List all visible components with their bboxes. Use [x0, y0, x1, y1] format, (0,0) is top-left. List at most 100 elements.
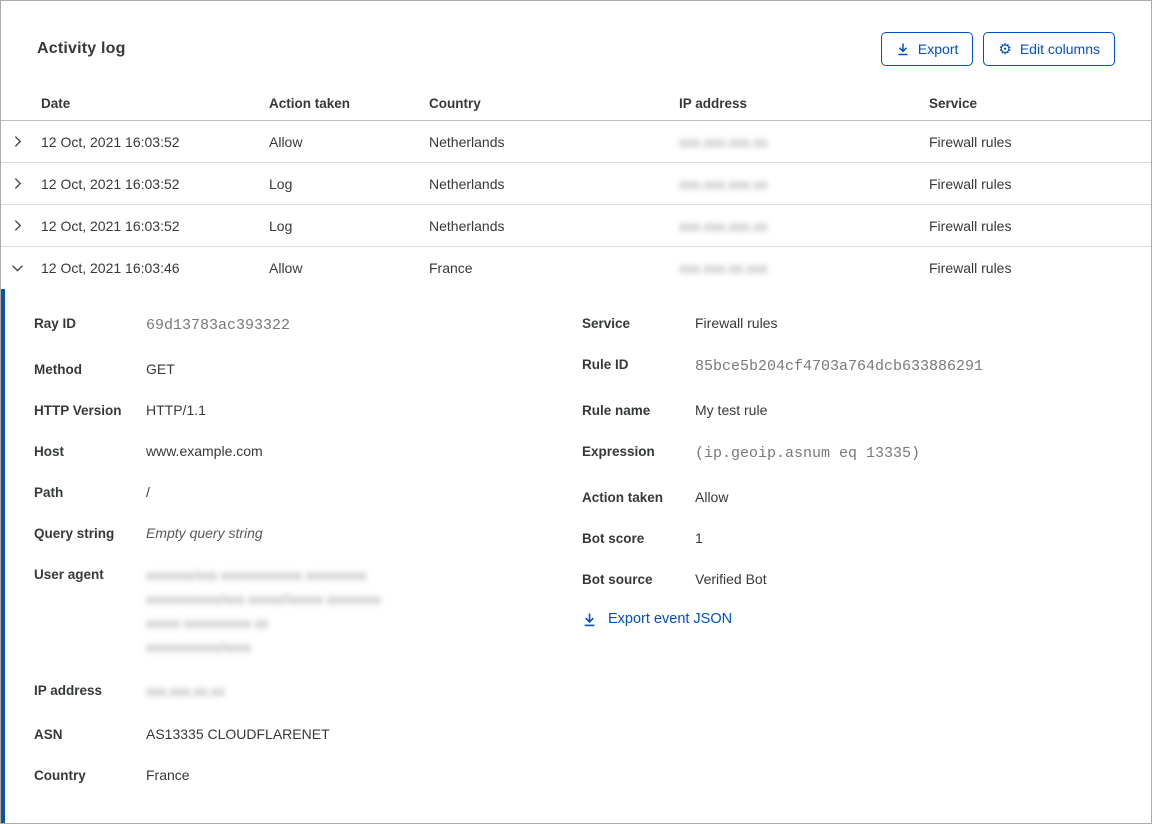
column-header-country: Country	[429, 96, 481, 111]
chevron-right-icon[interactable]	[1, 177, 41, 190]
detail-value: HTTP/1.1	[146, 402, 206, 418]
column-header-service: Service	[929, 96, 978, 111]
detail-value: www.example.com	[146, 443, 263, 459]
detail-value: Empty query string	[146, 525, 263, 541]
detail-left-column: Ray ID 69d13783ac393322 Method GET HTTP …	[34, 313, 582, 806]
detail-value: (ip.geoip.asnum eq 13335)	[695, 445, 921, 462]
detail-label: Service	[582, 316, 631, 331]
detail-item: IP address xxx.xxx.xx.xx	[34, 680, 582, 704]
chevron-right-icon[interactable]	[1, 219, 41, 232]
row-ip-redacted: xxx.xxx.xxx.xx	[679, 133, 768, 150]
table-header: Date Action taken Country IP address Ser…	[1, 87, 1151, 121]
row-ip-redacted: xxx.xxx.xx.xxx	[679, 260, 768, 276]
detail-item: Path /	[34, 482, 582, 503]
detail-right-items: Service Firewall rules Rule ID 85bce5b20…	[582, 313, 1121, 590]
detail-label: User agent	[34, 567, 104, 582]
row-action: Log	[269, 217, 293, 234]
detail-label: Rule ID	[582, 357, 629, 372]
detail-label: Method	[34, 362, 82, 377]
detail-item: Method GET	[34, 359, 582, 380]
download-icon	[896, 42, 910, 56]
detail-item: Host www.example.com	[34, 441, 582, 462]
page-title: Activity log	[37, 40, 126, 57]
row-country: Netherlands	[429, 175, 505, 192]
row-date: 12 Oct, 2021 16:03:52	[41, 133, 180, 150]
detail-label: IP address	[34, 683, 103, 698]
detail-item: Rule ID 85bce5b204cf4703a764dcb633886291	[582, 354, 1121, 380]
detail-item: Bot score 1	[582, 528, 1121, 549]
detail-item: Service Firewall rules	[582, 313, 1121, 334]
detail-label: Bot score	[582, 531, 645, 546]
table-row[interactable]: 12 Oct, 2021 16:03:52 Allow Netherlands …	[1, 121, 1151, 163]
detail-label: Query string	[34, 526, 115, 541]
detail-label: Host	[34, 444, 64, 459]
row-country: Netherlands	[429, 133, 505, 150]
row-ip-redacted: xxx.xxx.xxx.xx	[679, 217, 768, 234]
detail-label: Action taken	[582, 490, 664, 505]
row-service: Firewall rules	[929, 175, 1012, 192]
row-country: Netherlands	[429, 217, 505, 234]
detail-value: 69d13783ac393322	[146, 317, 291, 334]
detail-label: HTTP Version	[34, 403, 122, 418]
row-service: Firewall rules	[929, 217, 1012, 234]
activity-log-panel: Activity log Export ⚙ Edit columns Date …	[0, 0, 1152, 824]
detail-value: Allow	[695, 489, 729, 505]
row-action: Allow	[269, 133, 303, 150]
chevron-right-icon[interactable]	[1, 135, 41, 148]
detail-value: xxxxxxx/xxx xxxxxxxxxxxx xxxxxxxxx xxxxxx…	[146, 568, 381, 655]
row-date: 12 Oct, 2021 16:03:46	[41, 260, 180, 276]
detail-label: Path	[34, 485, 64, 500]
detail-value: Firewall rules	[695, 315, 778, 331]
detail-value: AS13335 CLOUDFLARENET	[146, 726, 330, 742]
header: Activity log Export ⚙ Edit columns	[1, 1, 1151, 67]
row-date: 12 Oct, 2021 16:03:52	[41, 217, 180, 234]
column-header-action: Action taken	[269, 96, 351, 111]
detail-label: Bot source	[582, 572, 653, 587]
table-body: 12 Oct, 2021 16:03:52 Allow Netherlands …	[1, 121, 1151, 289]
table-row[interactable]: 12 Oct, 2021 16:03:52 Log Netherlands xx…	[1, 163, 1151, 205]
detail-value: France	[146, 767, 190, 783]
detail-item: Query string Empty query string	[34, 523, 582, 544]
detail-value: xxx.xxx.xx.xx	[146, 684, 225, 699]
row-service: Firewall rules	[929, 133, 1012, 150]
row-action: Allow	[269, 260, 303, 276]
edit-columns-button-label: Edit columns	[1019, 41, 1100, 57]
detail-label: ASN	[34, 727, 63, 742]
table-row[interactable]: 12 Oct, 2021 16:03:46 Allow France xxx.x…	[1, 247, 1151, 289]
detail-item: Rule name My test rule	[582, 400, 1121, 421]
detail-item: User agent xxxxxxx/xxx xxxxxxxxxxxx xxxx…	[34, 564, 582, 660]
detail-item: Bot source Verified Bot	[582, 569, 1121, 590]
detail-value: My test rule	[695, 402, 768, 418]
export-button-label: Export	[917, 41, 959, 57]
row-ip-redacted: xxx.xxx.xxx.xx	[679, 175, 768, 192]
row-service: Firewall rules	[929, 260, 1012, 276]
export-event-json-link[interactable]: Export event JSON	[582, 611, 732, 627]
detail-value: 85bce5b204cf4703a764dcb633886291	[695, 358, 984, 375]
detail-value: 1	[695, 530, 703, 546]
row-country: France	[429, 260, 473, 276]
detail-label: Ray ID	[34, 316, 77, 331]
detail-item: HTTP Version HTTP/1.1	[34, 400, 582, 421]
table-row[interactable]: 12 Oct, 2021 16:03:52 Log Netherlands xx…	[1, 205, 1151, 247]
header-actions: Export ⚙ Edit columns	[880, 32, 1115, 66]
export-event-json-label: Export event JSON	[608, 611, 733, 627]
detail-item: Action taken Allow	[582, 487, 1121, 508]
detail-right-column: Service Firewall rules Rule ID 85bce5b20…	[582, 313, 1121, 806]
edit-columns-button[interactable]: ⚙ Edit columns	[983, 32, 1115, 66]
chevron-down-icon[interactable]	[1, 262, 41, 275]
export-button[interactable]: Export	[880, 32, 974, 66]
detail-item: Ray ID 69d13783ac393322	[34, 313, 582, 339]
row-action: Log	[269, 175, 293, 192]
detail-label: Country	[34, 768, 86, 783]
gear-icon: ⚙	[998, 39, 1012, 58]
detail-value: Verified Bot	[695, 571, 767, 587]
detail-item: Expression (ip.geoip.asnum eq 13335)	[582, 441, 1121, 467]
detail-label: Rule name	[582, 403, 651, 418]
detail-label: Expression	[582, 444, 655, 459]
row-date: 12 Oct, 2021 16:03:52	[41, 175, 180, 192]
detail-value: GET	[146, 361, 175, 377]
detail-item: ASN AS13335 CLOUDFLARENET	[34, 724, 582, 745]
column-header-ip: IP address	[679, 96, 748, 111]
detail-item: Country France	[34, 765, 582, 786]
detail-value: /	[146, 484, 150, 500]
